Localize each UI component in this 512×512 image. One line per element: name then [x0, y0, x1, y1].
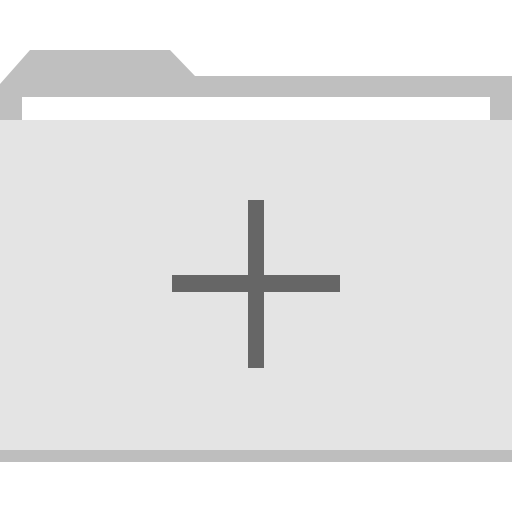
- plus-horizontal-bar: [172, 275, 340, 292]
- folder-bottom-edge: [0, 450, 512, 462]
- folder-graphic: [0, 50, 512, 462]
- new-folder-icon: [0, 0, 512, 512]
- folder-paper: [22, 97, 490, 120]
